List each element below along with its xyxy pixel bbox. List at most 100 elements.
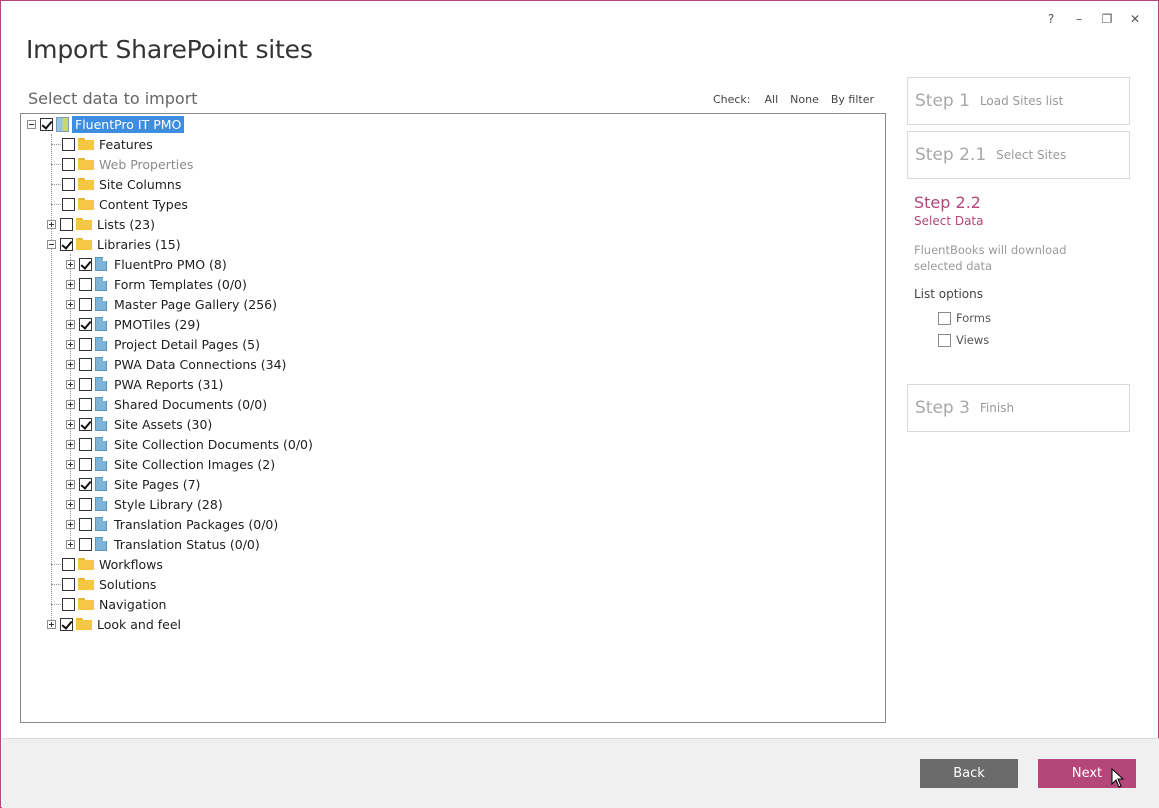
tree-node-library[interactable]: Site Assets (30)	[66, 414, 212, 434]
restore-icon[interactable]: ❐	[1100, 11, 1114, 27]
close-icon[interactable]: ✕	[1128, 11, 1142, 27]
tree-checkbox[interactable]	[62, 177, 75, 191]
folder-icon	[78, 138, 94, 150]
tree-checkbox[interactable]	[62, 557, 75, 571]
tree-checkbox[interactable]	[79, 417, 92, 431]
tree-node-library[interactable]: Translation Status (0/0)	[66, 534, 260, 554]
check-all-link[interactable]: All	[765, 93, 779, 106]
library-icon	[95, 397, 107, 411]
step-number: Step 2.2	[914, 193, 981, 212]
tree-checkbox[interactable]	[79, 337, 92, 351]
tree-node-library[interactable]: Master Page Gallery (256)	[66, 294, 277, 314]
tree-checkbox[interactable]	[79, 537, 92, 551]
tree-checkbox[interactable]	[79, 517, 92, 531]
expand-icon[interactable]	[66, 379, 75, 389]
tree-node-features[interactable]: Features	[49, 134, 153, 154]
tree-node-workflows[interactable]: Workflows	[49, 554, 163, 574]
folder-icon	[76, 238, 92, 250]
tree-checkbox[interactable]	[62, 157, 75, 171]
tree-checkbox[interactable]	[79, 437, 92, 451]
tree-node-web-properties[interactable]: Web Properties	[49, 154, 193, 174]
library-icon	[95, 517, 107, 531]
back-button[interactable]: Back	[920, 759, 1018, 788]
tree-node-look-and-feel[interactable]: Look and feel	[47, 614, 181, 634]
tree-checkbox[interactable]	[79, 357, 92, 371]
forms-checkbox[interactable]	[938, 311, 951, 325]
tree-checkbox[interactable]	[79, 497, 92, 511]
expand-icon[interactable]	[66, 279, 75, 289]
option-views[interactable]: Views	[938, 333, 1130, 347]
tree-node-library[interactable]: Site Pages (7)	[66, 474, 200, 494]
tree-checkbox[interactable]	[60, 237, 73, 251]
option-forms[interactable]: Forms	[938, 311, 1130, 325]
tree-checkbox[interactable]	[79, 257, 92, 271]
expand-icon[interactable]	[66, 499, 75, 509]
tree-node-lists[interactable]: Lists (23)	[47, 214, 155, 234]
tree-checkbox[interactable]	[79, 317, 92, 331]
tree-checkbox[interactable]	[60, 217, 73, 231]
tree-checkbox[interactable]	[62, 577, 75, 591]
tree-node-label: Content Types	[99, 196, 188, 212]
tree-node-solutions[interactable]: Solutions	[49, 574, 156, 594]
tree-node-library[interactable]: PMOTiles (29)	[66, 314, 200, 334]
tree-checkbox[interactable]	[79, 377, 92, 391]
tree-node-library[interactable]: Site Collection Documents (0/0)	[66, 434, 313, 454]
expand-icon[interactable]	[66, 439, 75, 449]
expand-icon[interactable]	[47, 619, 56, 629]
folder-icon	[76, 218, 92, 230]
tree-checkbox[interactable]	[40, 117, 53, 131]
tree-checkbox[interactable]	[79, 297, 92, 311]
folder-icon	[78, 598, 94, 610]
expand-icon[interactable]	[66, 419, 75, 429]
expand-icon[interactable]	[66, 319, 75, 329]
expand-icon[interactable]	[66, 459, 75, 469]
collapse-icon[interactable]	[47, 239, 56, 249]
tree-node-root[interactable]: FluentPro IT PMO	[27, 114, 185, 134]
collapse-icon[interactable]	[27, 119, 36, 129]
tree-node-site-columns[interactable]: Site Columns	[49, 174, 181, 194]
check-none-link[interactable]: None	[790, 93, 819, 106]
tree-node-libraries[interactable]: Libraries (15)	[47, 234, 181, 254]
data-tree[interactable]: FluentPro IT PMO Features Web Properties…	[20, 113, 886, 723]
tree-checkbox[interactable]	[79, 457, 92, 471]
tree-node-library[interactable]: Site Collection Images (2)	[66, 454, 275, 474]
tree-node-library[interactable]: Shared Documents (0/0)	[66, 394, 267, 414]
tree-node-library[interactable]: FluentPro PMO (8)	[66, 254, 227, 274]
expand-icon[interactable]	[66, 339, 75, 349]
tree-checkbox[interactable]	[62, 137, 75, 151]
library-icon	[95, 277, 107, 291]
check-by-filter-link[interactable]: By filter	[831, 93, 874, 106]
expand-icon[interactable]	[66, 479, 75, 489]
folder-icon	[78, 558, 94, 570]
tree-node-label: Site Collection Documents (0/0)	[114, 436, 313, 452]
expand-icon[interactable]	[66, 399, 75, 409]
tree-checkbox[interactable]	[79, 477, 92, 491]
tree-node-library[interactable]: Translation Packages (0/0)	[66, 514, 278, 534]
tree-checkbox[interactable]	[79, 277, 92, 291]
expand-icon[interactable]	[66, 519, 75, 529]
expand-icon[interactable]	[66, 299, 75, 309]
folder-icon	[76, 618, 92, 630]
help-icon[interactable]: ?	[1044, 11, 1058, 27]
views-checkbox[interactable]	[938, 333, 951, 347]
tree-checkbox[interactable]	[62, 597, 75, 611]
tree-node-library[interactable]: Style Library (28)	[66, 494, 223, 514]
tree-node-content-types[interactable]: Content Types	[49, 194, 188, 214]
tree-node-library[interactable]: PWA Data Connections (34)	[66, 354, 286, 374]
tree-checkbox[interactable]	[62, 197, 75, 211]
library-icon	[95, 337, 107, 351]
tree-node-label: Form Templates (0/0)	[114, 276, 247, 292]
expand-icon[interactable]	[66, 539, 75, 549]
step-number: Step 2.1	[915, 145, 987, 165]
tree-checkbox[interactable]	[60, 617, 73, 631]
tree-node-label: FluentPro IT PMO	[72, 115, 185, 133]
minimize-icon[interactable]: –	[1072, 11, 1086, 27]
tree-node-library[interactable]: Project Detail Pages (5)	[66, 334, 260, 354]
tree-node-navigation[interactable]: Navigation	[49, 594, 166, 614]
tree-node-library[interactable]: Form Templates (0/0)	[66, 274, 247, 294]
expand-icon[interactable]	[66, 259, 75, 269]
expand-icon[interactable]	[66, 359, 75, 369]
expand-icon[interactable]	[47, 219, 56, 229]
tree-checkbox[interactable]	[79, 397, 92, 411]
tree-node-library[interactable]: PWA Reports (31)	[66, 374, 223, 394]
